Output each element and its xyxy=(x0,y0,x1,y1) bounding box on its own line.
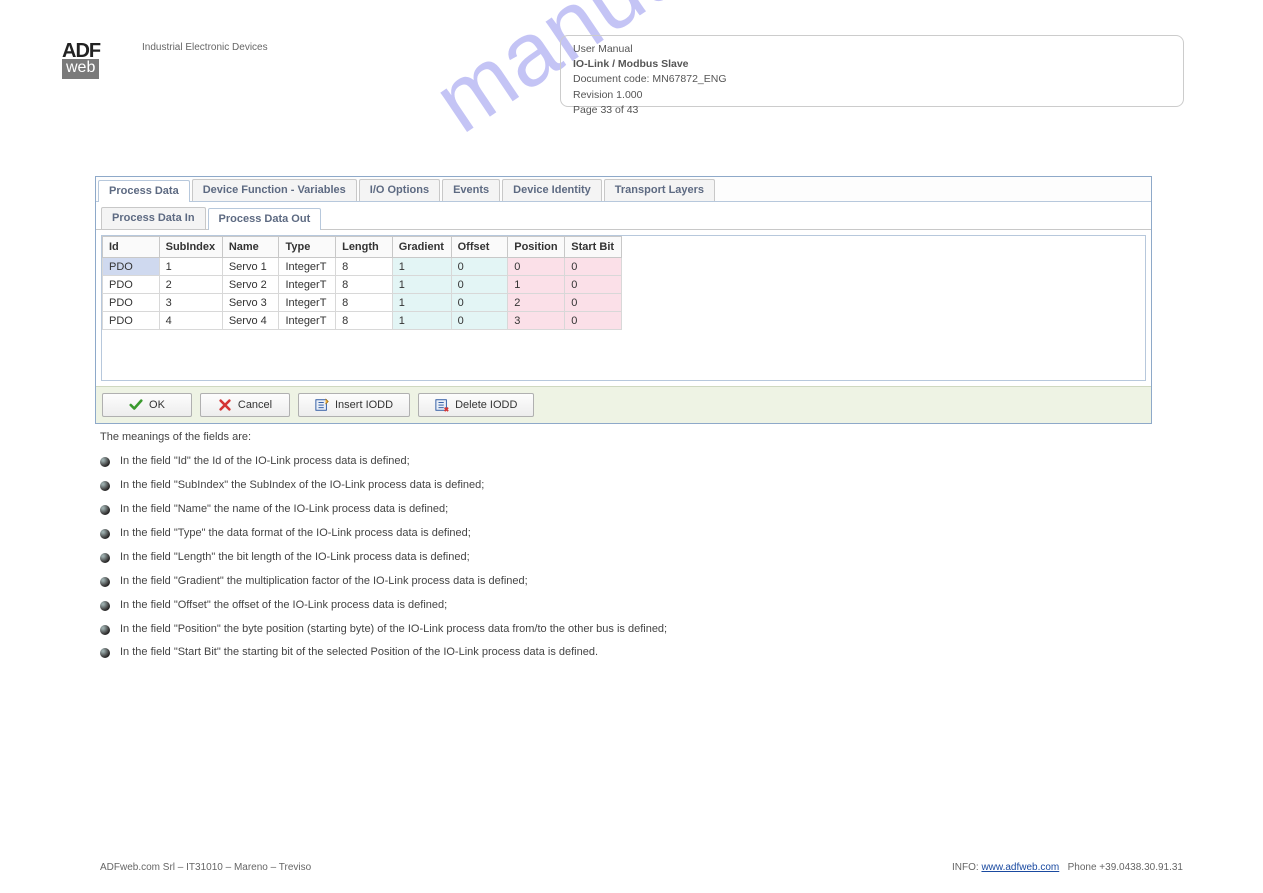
col-subindex: SubIndex xyxy=(159,237,222,258)
description-item: In the field "Start Bit" the starting bi… xyxy=(100,645,667,661)
description-item: In the field "Gradient" the multiplicati… xyxy=(100,574,667,590)
footer-link[interactable]: www.adfweb.com xyxy=(981,862,1059,873)
table-row[interactable]: PDO2Servo 2IntegerT81010 xyxy=(103,276,622,294)
ok-label: OK xyxy=(149,399,165,411)
delete-label: Delete IODD xyxy=(455,399,517,411)
col-name: Name xyxy=(222,237,279,258)
description-intro: The meanings of the fields are: xyxy=(100,430,667,446)
tab-device-function[interactable]: Device Function - Variables xyxy=(192,179,357,201)
tab-events[interactable]: Events xyxy=(442,179,500,201)
col-position: Position xyxy=(508,237,565,258)
col-offset: Offset xyxy=(451,237,508,258)
footer-right: INFO: www.adfweb.com Phone +39.0438.30.9… xyxy=(952,862,1183,873)
field-description: The meanings of the fields are: In the f… xyxy=(100,430,667,669)
subtab-process-data-out[interactable]: Process Data Out xyxy=(208,208,322,230)
iodd-panel: Process Data Device Function - Variables… xyxy=(95,176,1152,424)
col-gradient: Gradient xyxy=(392,237,451,258)
col-id: Id xyxy=(103,237,160,258)
header-left-text: Industrial Electronic Devices xyxy=(142,41,268,55)
description-item: In the field "Type" the data format of t… xyxy=(100,526,667,542)
tab-io-options[interactable]: I/O Options xyxy=(359,179,440,201)
col-type: Type xyxy=(279,237,336,258)
tab-process-data[interactable]: Process Data xyxy=(98,180,190,202)
cancel-label: Cancel xyxy=(238,399,272,411)
table-row[interactable]: PDO3Servo 3IntegerT81020 xyxy=(103,294,622,312)
insert-label: Insert IODD xyxy=(335,399,393,411)
description-item: In the field "Position" the byte positio… xyxy=(100,622,667,638)
process-data-table[interactable]: Id SubIndex Name Type Length Gradient Of… xyxy=(102,236,622,330)
main-tabs: Process Data Device Function - Variables… xyxy=(96,177,1151,202)
description-item: In the field "Name" the name of the IO-L… xyxy=(100,502,667,518)
tab-transport-layers[interactable]: Transport Layers xyxy=(604,179,715,201)
x-icon xyxy=(218,398,232,412)
data-table-wrap: Id SubIndex Name Type Length Gradient Of… xyxy=(101,235,1146,381)
delete-iodd-button[interactable]: Delete IODD xyxy=(418,393,534,417)
table-row[interactable]: PDO4Servo 4IntegerT81030 xyxy=(103,312,622,330)
ok-button[interactable]: OK xyxy=(102,393,192,417)
description-item: In the field "SubIndex" the SubIndex of … xyxy=(100,478,667,494)
delete-icon xyxy=(435,398,449,412)
sub-tabs: Process Data In Process Data Out xyxy=(96,202,1151,230)
footer: ADFweb.com Srl – IT31010 – Mareno – Trev… xyxy=(100,862,1183,873)
header-right-box: User Manual IO-Link / Modbus Slave Docum… xyxy=(560,35,1184,107)
button-bar: OK Cancel Insert IODD Delete IODD xyxy=(96,386,1151,423)
description-item: In the field "Offset" the offset of the … xyxy=(100,598,667,614)
subtab-process-data-in[interactable]: Process Data In xyxy=(101,207,206,229)
description-item: In the field "Id" the Id of the IO-Link … xyxy=(100,454,667,470)
insert-icon xyxy=(315,398,329,412)
document-header: ADF web Industrial Electronic Devices Us… xyxy=(62,35,1201,115)
footer-left: ADFweb.com Srl – IT31010 – Mareno – Trev… xyxy=(100,862,311,873)
description-item: In the field "Length" the bit length of … xyxy=(100,550,667,566)
cancel-button[interactable]: Cancel xyxy=(200,393,290,417)
insert-iodd-button[interactable]: Insert IODD xyxy=(298,393,410,417)
tab-device-identity[interactable]: Device Identity xyxy=(502,179,602,201)
check-icon xyxy=(129,398,143,412)
logo: ADF web xyxy=(62,40,120,98)
col-length: Length xyxy=(336,237,393,258)
col-startbit: Start Bit xyxy=(565,237,622,258)
logo-bottom: web xyxy=(62,59,99,79)
table-row[interactable]: PDO1Servo 1IntegerT81000 xyxy=(103,258,622,276)
